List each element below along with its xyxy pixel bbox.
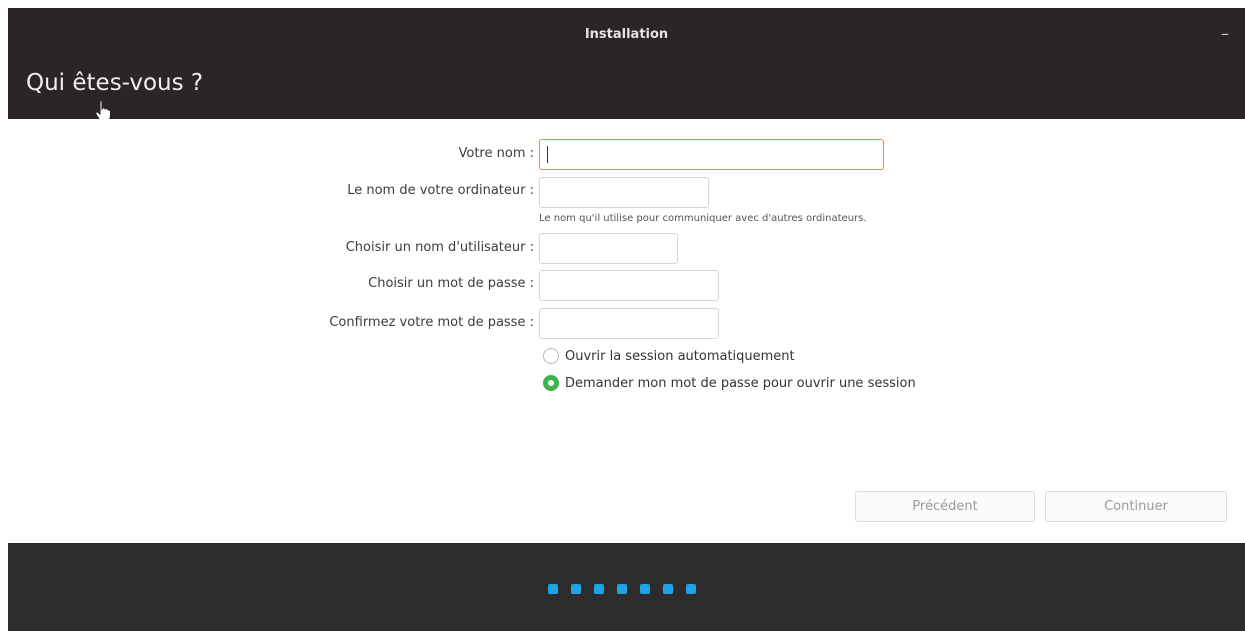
password-input[interactable] bbox=[539, 270, 719, 301]
progress-dot bbox=[594, 584, 604, 594]
progress-dot bbox=[571, 584, 581, 594]
progress-dot bbox=[548, 584, 558, 594]
progress-dot bbox=[640, 584, 650, 594]
password-label: Choisir un mot de passe : bbox=[368, 276, 534, 291]
window-header: Installation – bbox=[8, 8, 1245, 119]
require-password-radio[interactable] bbox=[543, 375, 559, 391]
text-caret bbox=[547, 146, 548, 163]
name-label: Votre nom : bbox=[458, 146, 535, 161]
computer-name-hint: Le nom qu'il utilise pour communiquer av… bbox=[539, 213, 867, 224]
auto-login-option[interactable]: Ouvrir la session automatiquement bbox=[543, 346, 795, 366]
previous-button[interactable]: Précédent bbox=[855, 491, 1035, 522]
continue-button[interactable]: Continuer bbox=[1045, 491, 1227, 522]
name-input[interactable] bbox=[539, 139, 884, 170]
username-input[interactable] bbox=[539, 233, 678, 264]
minimize-button[interactable]: – bbox=[1221, 24, 1229, 43]
window-title: Installation bbox=[584, 27, 669, 42]
require-password-option[interactable]: Demander mon mot de passe pour ouvrir un… bbox=[543, 373, 916, 393]
username-label: Choisir un nom d'utilisateur : bbox=[345, 240, 534, 255]
auto-login-radio[interactable] bbox=[543, 348, 559, 364]
progress-dot bbox=[663, 584, 673, 594]
require-password-label: Demander mon mot de passe pour ouvrir un… bbox=[565, 375, 916, 391]
computer-name-label: Le nom de votre ordinateur : bbox=[347, 183, 534, 198]
computer-name-input[interactable] bbox=[539, 177, 709, 208]
confirm-password-input[interactable] bbox=[539, 308, 719, 339]
progress-dot bbox=[686, 584, 696, 594]
auto-login-label: Ouvrir la session automatiquement bbox=[565, 348, 795, 364]
progress-indicator bbox=[548, 584, 696, 594]
progress-dot bbox=[617, 584, 627, 594]
confirm-password-label: Confirmez votre mot de passe : bbox=[329, 315, 534, 330]
screen-edge bbox=[0, 0, 1245, 8]
page-title: Qui êtes-vous ? bbox=[26, 70, 204, 96]
